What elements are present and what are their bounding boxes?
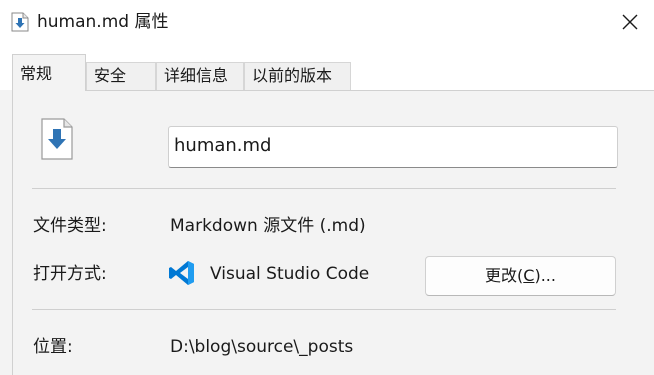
- divider: [32, 309, 616, 310]
- opens-with-value: Visual Studio Code: [210, 264, 370, 284]
- vscode-icon: [169, 261, 194, 285]
- change-button-mnemonic: C: [523, 266, 535, 285]
- download-file-icon: [41, 118, 73, 160]
- tab-general[interactable]: 常规: [12, 54, 86, 91]
- file-type-label: 文件类型:: [33, 216, 107, 236]
- location-value: D:\blog\source\_posts: [170, 337, 354, 357]
- title-bar: human.md 属性: [0, 0, 654, 46]
- markdown-file-icon: [11, 12, 29, 32]
- close-button[interactable]: [614, 6, 646, 38]
- divider: [32, 188, 616, 189]
- filename-input[interactable]: [168, 126, 618, 168]
- close-icon: [622, 14, 638, 30]
- location-label: 位置:: [33, 337, 73, 357]
- tab-details[interactable]: 详细信息: [156, 62, 244, 90]
- opens-with-label: 打开方式:: [33, 264, 107, 284]
- change-button[interactable]: 更改(C)...: [425, 256, 616, 296]
- change-button-prefix: 更改(: [485, 266, 524, 285]
- tab-previous-versions[interactable]: 以前的版本: [244, 62, 351, 90]
- tab-security[interactable]: 安全: [86, 62, 156, 90]
- file-type-value: Markdown 源文件 (.md): [170, 216, 366, 236]
- window-title: human.md 属性: [37, 12, 169, 32]
- change-button-suffix: )...: [534, 266, 556, 285]
